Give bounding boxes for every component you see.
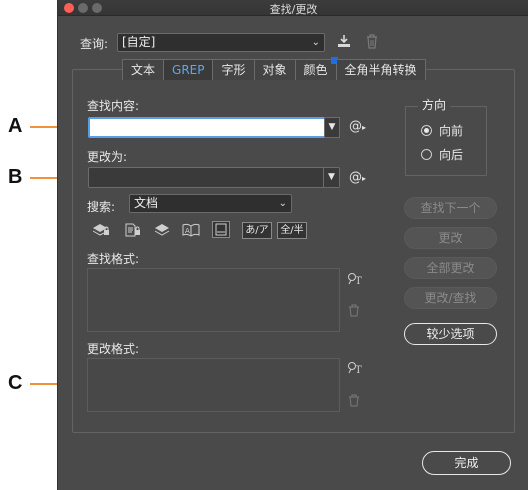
save-query-icon[interactable]: [336, 33, 352, 52]
change-format-label: 更改格式:: [87, 342, 140, 356]
change-find-button[interactable]: 更改/查找: [404, 287, 497, 309]
chevron-down-icon: ⌄: [278, 198, 287, 209]
locked-layers-icon[interactable]: [92, 223, 110, 240]
search-label: 搜索:: [87, 200, 116, 214]
special-characters-find-icon[interactable]: @▸: [349, 119, 366, 134]
search-scope-value: 文档: [134, 196, 159, 210]
done-button[interactable]: 完成: [422, 451, 511, 475]
change-button[interactable]: 更改: [404, 227, 497, 249]
search-type-tabs: 文本 GREP 字形 对象 颜色 全角半角转换: [122, 57, 426, 80]
title-bar: 查找/更改: [58, 0, 528, 16]
clear-change-format-icon[interactable]: [348, 394, 360, 410]
width-sensitive-toggle[interactable]: 全/半: [277, 222, 307, 239]
query-dropdown[interactable]: [自定] ⌄: [117, 33, 325, 52]
callout-label-b: B: [8, 166, 23, 188]
tab-glyph[interactable]: 字形: [213, 60, 255, 80]
hidden-layers-icon[interactable]: [154, 223, 170, 240]
chevron-down-icon: ⌄: [311, 37, 320, 48]
clear-find-format-icon[interactable]: [348, 304, 360, 320]
find-format-box[interactable]: [87, 268, 340, 332]
change-all-button[interactable]: 全部更改: [404, 257, 497, 279]
find-next-button[interactable]: 查找下一个: [404, 197, 497, 219]
chevron-down-icon: ▼: [328, 172, 335, 182]
tab-object[interactable]: 对象: [254, 60, 296, 80]
tab-grep[interactable]: GREP: [164, 60, 214, 80]
tab-color[interactable]: 颜色: [295, 57, 338, 80]
radio-backward-label[interactable]: 向后: [439, 146, 463, 163]
direction-label: 方向: [418, 96, 451, 113]
callout-label-a: A: [8, 115, 23, 137]
query-value: [自定]: [122, 35, 156, 49]
window-title: 查找/更改: [269, 3, 318, 16]
fewer-options-button[interactable]: 较少选项: [404, 323, 497, 345]
tab-color-label: 颜色: [303, 63, 328, 77]
change-history-dropdown[interactable]: ▼: [323, 168, 339, 187]
query-label: 查询:: [80, 37, 109, 51]
find-what-field[interactable]: ▼: [88, 117, 340, 138]
svg-text:T: T: [355, 365, 362, 375]
direction-group: [405, 106, 487, 176]
callout-label-c: C: [8, 372, 23, 394]
locked-stories-icon[interactable]: [125, 223, 141, 240]
search-scope-dropdown[interactable]: 文档 ⌄: [129, 194, 292, 213]
specify-find-format-icon[interactable]: T: [347, 272, 363, 289]
svg-text:T: T: [355, 276, 362, 286]
chevron-down-icon: ▼: [328, 122, 336, 132]
specify-change-format-icon[interactable]: T: [347, 361, 363, 378]
radio-forward[interactable]: [421, 125, 432, 136]
change-to-field[interactable]: ▼: [88, 167, 340, 188]
radio-backward[interactable]: [421, 149, 432, 160]
footnotes-icon[interactable]: [212, 221, 230, 241]
find-format-label: 查找格式:: [87, 252, 140, 266]
find-change-dialog: 查找/更改 查询: [自定] ⌄ 文本 GREP 字形 对象 颜色 全角半角转换…: [57, 0, 528, 490]
find-what-label: 查找内容:: [87, 99, 140, 113]
find-history-dropdown[interactable]: ▼: [324, 117, 340, 138]
tab-width-conversion[interactable]: 全角半角转换: [336, 60, 425, 80]
change-format-box[interactable]: [87, 358, 340, 412]
special-characters-change-icon[interactable]: @▸: [349, 170, 366, 185]
master-pages-icon[interactable]: A: [182, 222, 200, 240]
radio-forward-label[interactable]: 向前: [439, 122, 463, 139]
change-to-label: 更改为:: [87, 150, 128, 164]
delete-query-icon[interactable]: [365, 33, 379, 52]
tab-text[interactable]: 文本: [123, 60, 165, 80]
kana-sensitive-toggle[interactable]: あ/ア: [242, 222, 272, 239]
svg-text:A: A: [185, 227, 190, 235]
